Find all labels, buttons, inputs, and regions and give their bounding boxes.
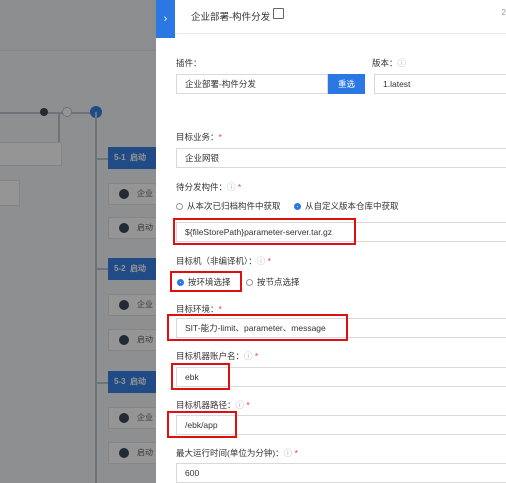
target-machine-label: 目标机（非编译机）：ⓘ * (176, 256, 271, 266)
highlight-box (171, 363, 230, 390)
collapse-drawer-button[interactable]: › (156, 0, 175, 38)
highlight-box (167, 411, 237, 438)
plugin-field[interactable]: 企业部署-构件分发 (176, 74, 328, 94)
target-service-select[interactable]: 企业网银 (176, 148, 506, 168)
artifact-label: 待分发构件：ⓘ * (176, 182, 242, 192)
radio-icon (246, 278, 253, 286)
highlight-box (167, 314, 348, 341)
info-icon[interactable]: ⓘ (236, 400, 245, 410)
max-time-label: 最大运行时间(单位为分钟)：ⓘ * (176, 448, 298, 458)
drawer-header: 企业部署-构件分发 2 (175, 0, 506, 34)
modal-overlay[interactable] (0, 0, 160, 483)
info-icon[interactable]: ⓘ (398, 58, 407, 68)
machine-option-node[interactable]: 按节点选择 (246, 276, 300, 288)
radio-selected-icon (294, 202, 301, 210)
info-icon[interactable]: ⓘ (284, 448, 293, 458)
info-icon[interactable]: ⓘ (244, 351, 253, 361)
info-icon[interactable]: ⓘ (257, 256, 266, 266)
path-label: 目标机器路径：ⓘ * (176, 400, 250, 410)
version-label: 版本：ⓘ (372, 58, 407, 68)
plugin-label: 插件： (176, 58, 202, 68)
artifact-option-archived[interactable]: 从本次已归档构件中获取 (176, 200, 281, 212)
drawer-title: 企业部署-构件分发 (191, 12, 271, 23)
edit-icon[interactable] (273, 8, 284, 19)
version-select[interactable]: 1.latest (374, 74, 506, 94)
header-extra[interactable]: 2 (502, 8, 506, 17)
artifact-option-repo[interactable]: 从自定义版本仓库中获取 (294, 200, 399, 212)
target-service-label: 目标业务：* (176, 132, 222, 142)
account-label: 目标机器账户名：ⓘ * (176, 351, 259, 361)
info-icon[interactable]: ⓘ (227, 182, 236, 192)
max-time-input[interactable]: 600 (176, 463, 506, 483)
highlight-box (170, 271, 242, 292)
highlight-box (173, 218, 356, 245)
radio-icon (176, 202, 183, 210)
reselect-plugin-button[interactable]: 重选 (328, 74, 365, 94)
